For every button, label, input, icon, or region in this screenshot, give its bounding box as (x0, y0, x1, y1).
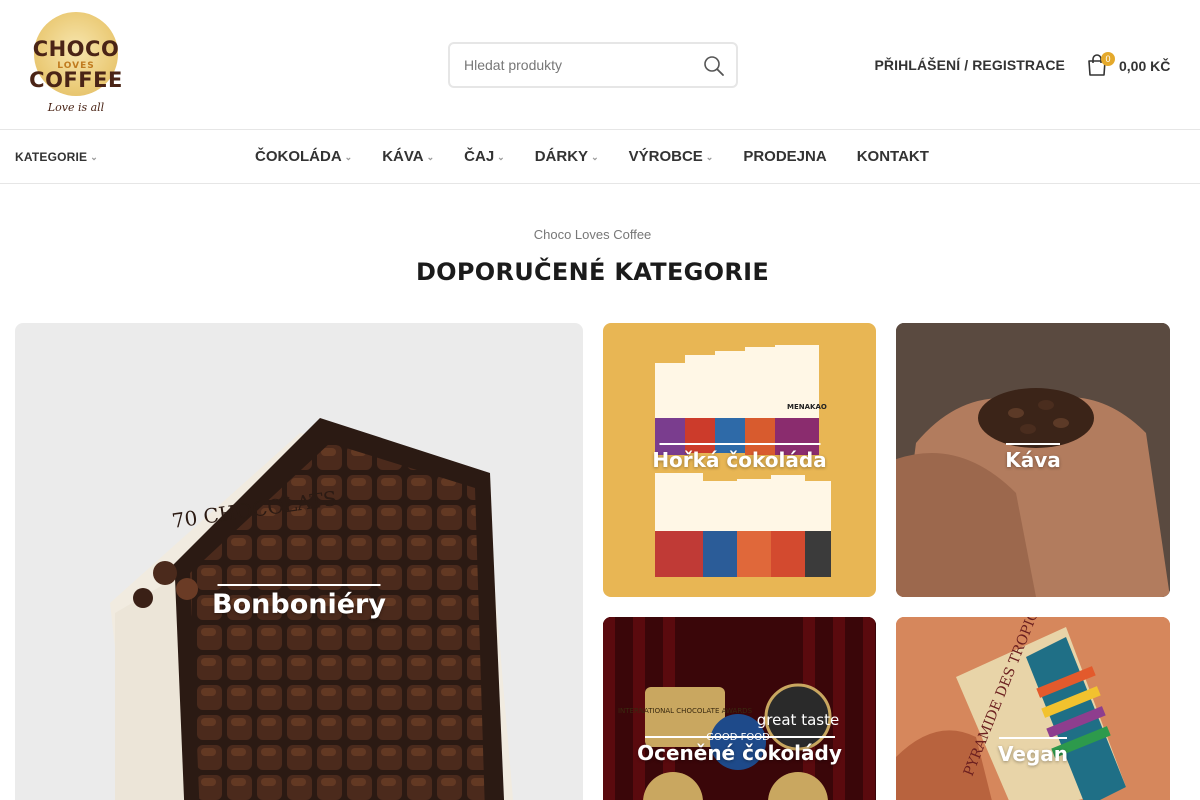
award-text: great taste (757, 711, 839, 729)
chevron-down-icon: ⌄ (90, 152, 98, 162)
category-tile-ocenene-cokolady[interactable]: INTERNATIONAL CHOCOLATE AWARDS great tas… (603, 617, 876, 800)
label-underline (659, 443, 820, 445)
category-label: Vegan (998, 742, 1068, 766)
logo-text-choco: CHOCO (32, 37, 120, 61)
chevron-down-icon: ⌄ (591, 152, 599, 162)
menu-item-cokolada[interactable]: ČOKOLÁDA ⌄ (255, 148, 352, 165)
category-label: Káva (1005, 448, 1061, 472)
logo-text-coffee: COFFEE (29, 68, 123, 92)
search-icon[interactable] (702, 54, 726, 78)
menu-item-kontakt[interactable]: KONTAKT (857, 148, 929, 165)
search-form (448, 42, 738, 88)
logo-tagline: Love is all (47, 101, 105, 114)
category-label: Hořká čokoláda (652, 448, 827, 472)
site-logo[interactable]: CHOCO LOVES COFFEE Love is all (28, 10, 124, 120)
label-underline (999, 737, 1067, 739)
vegan-chocolate-image: PYRAMIDE DES TROPIQUES (896, 617, 1170, 800)
menu-item-prodejna[interactable]: PRODEJNA (743, 148, 826, 165)
menu-item-kava[interactable]: KÁVA ⌄ (382, 148, 434, 165)
section-subtitle: Choco Loves Coffee (533, 227, 652, 242)
award-medals-image: INTERNATIONAL CHOCOLATE AWARDS great tas… (603, 617, 876, 800)
chocolate-box-image: 70 CHOCOLATS (110, 418, 514, 800)
chevron-down-icon: ⌄ (705, 152, 714, 162)
main-menu: ČOKOLÁDA ⌄ KÁVA ⌄ ČAJ ⌄ DÁRKY ⌄ VÝROBCE ⌄ PRO… (255, 148, 959, 165)
menu-item-caj[interactable]: ČAJ ⌄ (464, 148, 505, 165)
search-input[interactable] (464, 55, 684, 75)
category-label: Oceněné čokolády (637, 741, 842, 765)
label-underline (1006, 443, 1060, 445)
login-register-link[interactable]: PŘIHLÁŠENÍ / REGISTRACE (874, 57, 1065, 73)
categories-label: KATEGORIE (15, 150, 88, 164)
category-label: Bonboniéry (212, 589, 386, 620)
label-underline (644, 736, 835, 738)
cart-count-badge: 0 (1101, 52, 1115, 66)
wrapper-text: MENAKAO (787, 403, 827, 411)
site-header: CHOCO LOVES COFFEE Love is all PŘIHLÁŠEN… (0, 0, 1200, 130)
chevron-down-icon: ⌄ (497, 152, 505, 162)
section-title: DOPORUČENÉ KATEGORIE (415, 258, 770, 286)
label-underline (217, 584, 381, 586)
menu-item-vyrobce[interactable]: VÝROBCE ⌄ (629, 148, 714, 165)
category-tile-kava[interactable]: Káva (896, 323, 1170, 597)
category-tile-horka-cokolada[interactable]: MENAKAO Hořká čokoláda (603, 323, 876, 597)
chevron-down-icon: ⌄ (426, 152, 435, 162)
menu-item-darky[interactable]: DÁRKY ⌄ (535, 148, 599, 165)
main-navigation: KATEGORIE ⌄ ČOKOLÁDA ⌄ KÁVA ⌄ ČAJ ⌄ DÁRKY ⌄ V… (0, 130, 1200, 184)
categories-toggle[interactable]: KATEGORIE ⌄ (15, 150, 98, 164)
cart-total[interactable]: 0,00 KČ (1119, 58, 1170, 74)
cart-widget[interactable]: 0 0,00 KČ (1087, 52, 1177, 80)
category-tile-vegan[interactable]: PYRAMIDE DES TROPIQUES Vegan (896, 617, 1170, 800)
category-tile-bonboniery[interactable]: 70 CHOCOLATS Bonboniéry (15, 323, 583, 800)
award-text: INTERNATIONAL CHOCOLATE AWARDS (618, 707, 753, 715)
chevron-down-icon: ⌄ (344, 152, 353, 162)
